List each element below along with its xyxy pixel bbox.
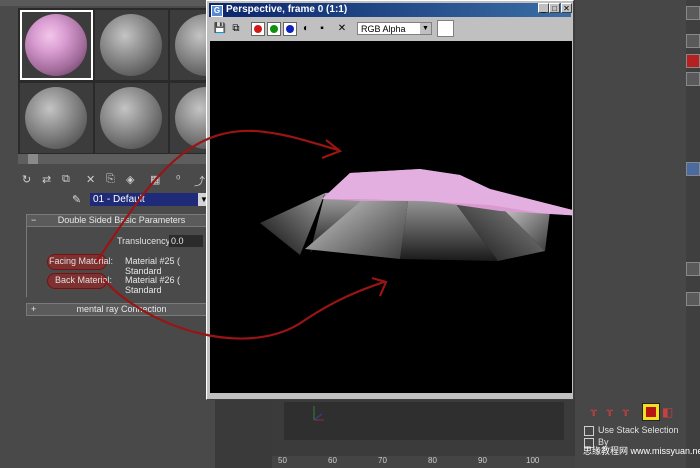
assign-material-icon[interactable]: ⧉	[62, 173, 70, 186]
panel-icon[interactable]	[686, 262, 700, 276]
material-toolbar: ↻ ⇄ ⧉ ✕ ⎘ ◈ ▦ ⁰ ⤴	[18, 173, 215, 189]
app-icon: G	[211, 5, 223, 17]
blue-channel-button[interactable]	[283, 22, 297, 36]
blue-channel-icon	[286, 25, 294, 33]
use-stack-selection-row[interactable]: Use Stack Selection	[584, 425, 679, 436]
chevron-down-icon: ▼	[420, 23, 431, 34]
green-channel-icon	[270, 25, 278, 33]
red-channel-button[interactable]	[251, 22, 265, 36]
configure-icon[interactable]: ◧	[662, 405, 673, 419]
get-material-icon[interactable]: ↻	[22, 173, 31, 186]
back-material-button[interactable]: Material #26 ( Standard	[125, 275, 216, 295]
minimize-button[interactable]: _	[538, 3, 549, 13]
modifier-buttons: ɤ ɤ ɤ ◧	[588, 403, 678, 421]
side-strip	[686, 0, 700, 468]
material-name-row: ✎ 01 - Default ▼	[70, 193, 215, 207]
sphere-preview-icon	[100, 87, 162, 149]
maximize-button[interactable]: □	[549, 3, 560, 13]
sphere-preview-icon	[25, 14, 87, 76]
reset-icon[interactable]: ✕	[86, 173, 95, 186]
expand-icon: +	[31, 304, 37, 314]
show-map-icon[interactable]: ▦	[150, 173, 160, 186]
mental-ray-rollout-header[interactable]: + mental ray Connection	[26, 303, 217, 316]
window-title: Perspective, frame 0 (1:1)	[226, 4, 348, 15]
double-sided-panel: Translucency: 0.0 Facing Material: Mater…	[26, 227, 216, 297]
remove-modifier-button[interactable]	[642, 403, 660, 421]
translucency-label: Translucency:	[117, 236, 173, 246]
material-editor: ↻ ⇄ ⧉ ✕ ⎘ ◈ ▦ ⁰ ⤴ ✎ 01 - Default ▼ − Dou…	[0, 0, 243, 468]
sample-slot-2[interactable]	[95, 10, 168, 80]
collapse-icon: −	[31, 215, 37, 225]
panel-icon[interactable]	[686, 292, 700, 306]
double-sided-rollout-header[interactable]: − Double Sided Basic Parameters	[26, 214, 217, 227]
command-panel	[575, 0, 700, 468]
translucency-field[interactable]: 0.0	[169, 235, 203, 247]
panel-icon[interactable]	[686, 6, 700, 20]
list-icon[interactable]	[686, 162, 700, 176]
green-channel-button[interactable]	[267, 22, 281, 36]
sample-slot-4[interactable]	[20, 83, 93, 153]
go-parent-icon[interactable]: ⤴	[194, 173, 205, 189]
red-channel-icon	[254, 25, 262, 33]
material-editor-empty-area	[0, 320, 215, 468]
slots-scrollbar[interactable]	[18, 154, 215, 164]
alpha-icon[interactable]: ▪	[315, 22, 329, 36]
menu-strip	[0, 0, 215, 6]
panel-icon[interactable]	[686, 34, 700, 48]
copy-icon[interactable]: ⎘	[106, 173, 115, 186]
save-icon[interactable]: 💾	[213, 22, 227, 36]
axis-tripod-icon	[313, 406, 326, 421]
time-ruler[interactable]: 50 60 70 80 90 100	[272, 456, 575, 468]
scroll-thumb[interactable]	[28, 154, 38, 164]
track-view: 50 60 70 80 90 100	[272, 400, 575, 468]
use-stack-label: Use Stack Selection	[598, 425, 679, 435]
mono-icon[interactable]: ◐	[299, 22, 313, 36]
watermark: 思缘教程网 www.missyuan.net	[583, 446, 700, 456]
eyedropper-icon[interactable]: ✎	[72, 193, 81, 206]
clone-icon[interactable]: ⧉	[229, 22, 243, 36]
sphere-preview-icon	[100, 14, 162, 76]
channel-dropdown[interactable]: RGB Alpha ▼	[357, 22, 432, 35]
sample-slot-5[interactable]	[95, 83, 168, 153]
pin-stack-icon[interactable]: ɤ	[590, 405, 597, 419]
sample-slots	[18, 8, 243, 154]
dropdown-icon[interactable]	[686, 72, 700, 86]
render-frame-window: G Perspective, frame 0 (1:1) _ □ ✕ 💾 ⧉ ◐ …	[206, 0, 574, 400]
effects-channel-icon[interactable]: ⁰	[176, 173, 180, 186]
track-area[interactable]	[284, 402, 564, 440]
rollout-title: mental ray Connection	[76, 304, 167, 314]
window-titlebar[interactable]: G Perspective, frame 0 (1:1)	[209, 3, 571, 17]
clear-icon[interactable]: ✕	[335, 22, 349, 36]
ruler-tick: 70	[378, 456, 387, 465]
ruler-tick: 100	[526, 456, 540, 465]
use-stack-checkbox[interactable]	[584, 425, 594, 436]
color-swatch-icon[interactable]	[686, 54, 700, 68]
rendered-umbrella-image	[260, 169, 572, 261]
show-end-icon[interactable]: ɤ	[606, 405, 613, 419]
render-toolbar: 💾 ⧉ ◐ ▪ ✕ RGB Alpha ▼	[209, 18, 571, 40]
material-name-field[interactable]: 01 - Default	[90, 193, 199, 206]
render-viewport[interactable]	[210, 41, 572, 393]
make-unique-icon[interactable]: ɤ	[622, 405, 629, 419]
channel-value: RGB Alpha	[361, 24, 406, 34]
facing-material-label: Facing Material:	[49, 256, 114, 266]
ruler-tick: 60	[328, 456, 337, 465]
put-material-icon[interactable]: ⇄	[42, 173, 51, 186]
close-button[interactable]: ✕	[561, 3, 572, 13]
unique-icon[interactable]: ◈	[126, 173, 134, 186]
color-swatch[interactable]	[437, 20, 454, 37]
back-material-label: Back Material:	[55, 275, 113, 285]
ruler-tick: 80	[428, 456, 437, 465]
ruler-tick: 50	[278, 456, 287, 465]
ruler-tick: 90	[478, 456, 487, 465]
rollout-title: Double Sided Basic Parameters	[57, 215, 186, 225]
sample-slot-1[interactable]	[20, 10, 93, 80]
sphere-preview-icon	[25, 87, 87, 149]
facing-material-button[interactable]: Material #25 ( Standard	[125, 256, 216, 276]
